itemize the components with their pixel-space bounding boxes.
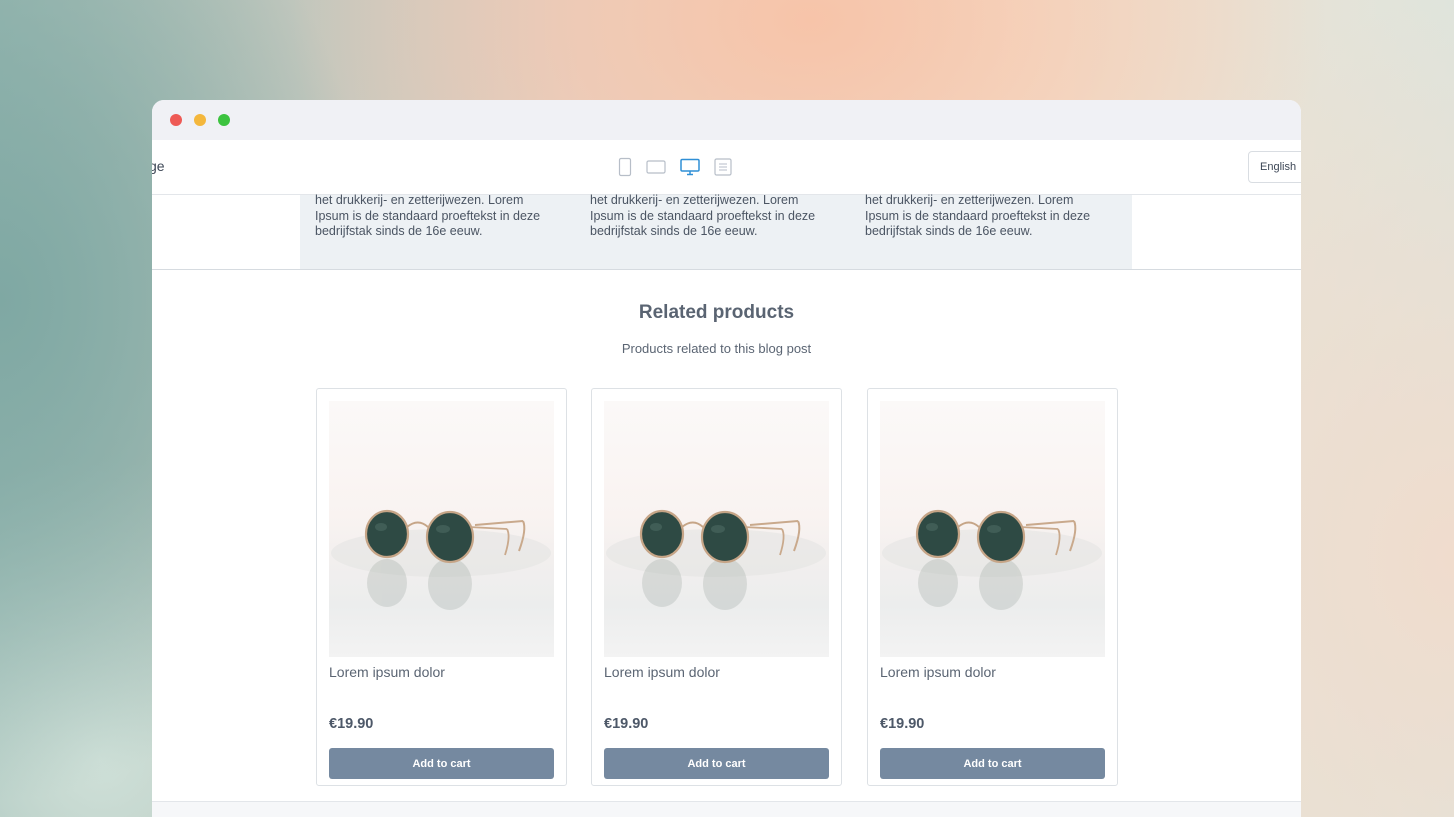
add-to-cart-button[interactable]: Add to cart	[329, 748, 554, 779]
editor-toolbar: ge English	[152, 140, 1301, 195]
product-price: €19.90	[604, 716, 649, 732]
product-price: €19.90	[880, 716, 925, 732]
section-divider	[152, 269, 1301, 270]
tablet-icon[interactable]	[646, 157, 666, 177]
minimize-window-button[interactable]	[194, 114, 206, 126]
document-icon[interactable]	[714, 157, 732, 177]
related-products-title: Related products	[638, 302, 795, 323]
browser-window: ge English het drukkerij- en zetterijwez…	[152, 100, 1301, 817]
product-image[interactable]	[604, 401, 829, 657]
sunglasses-illustration	[882, 509, 1102, 610]
desktop-icon[interactable]	[680, 157, 700, 177]
product-card[interactable]: Lorem ipsum dolor €19.90 Add to cart	[867, 388, 1118, 786]
close-window-button[interactable]	[170, 114, 182, 126]
blog-text-column: het drukkerij- en zetterijwezen. Lorem I…	[315, 193, 541, 238]
product-card[interactable]: Lorem ipsum dolor €19.90 Add to cart	[316, 388, 567, 786]
sunglasses-illustration	[606, 509, 826, 610]
device-preview-switcher	[618, 157, 746, 177]
footer-strip	[152, 802, 1301, 817]
toolbar-left-label: ge	[152, 158, 165, 174]
product-card[interactable]: Lorem ipsum dolor €19.90 Add to cart	[591, 388, 842, 786]
language-select[interactable]: English	[1248, 151, 1301, 183]
sunglasses-illustration	[331, 509, 551, 610]
product-image[interactable]	[880, 401, 1105, 657]
blog-text-column: het drukkerij- en zetterijwezen. Lorem I…	[865, 193, 1091, 238]
window-titlebar	[152, 100, 1301, 140]
product-price: €19.90	[329, 716, 374, 732]
related-products-subtitle: Products related to this blog post	[621, 341, 812, 356]
blog-text-column: het drukkerij- en zetterijwezen. Lorem I…	[590, 193, 816, 238]
product-name[interactable]: Lorem ipsum dolor	[329, 664, 445, 680]
blog-text-strip: het drukkerij- en zetterijwezen. Lorem I…	[300, 193, 1132, 270]
page-preview: het drukkerij- en zetterijwezen. Lorem I…	[152, 193, 1301, 817]
phone-icon[interactable]	[618, 157, 632, 177]
product-name[interactable]: Lorem ipsum dolor	[604, 664, 720, 680]
product-name[interactable]: Lorem ipsum dolor	[880, 664, 996, 680]
maximize-window-button[interactable]	[218, 114, 230, 126]
add-to-cart-button[interactable]: Add to cart	[880, 748, 1105, 779]
add-to-cart-button[interactable]: Add to cart	[604, 748, 829, 779]
product-image[interactable]	[329, 401, 554, 657]
